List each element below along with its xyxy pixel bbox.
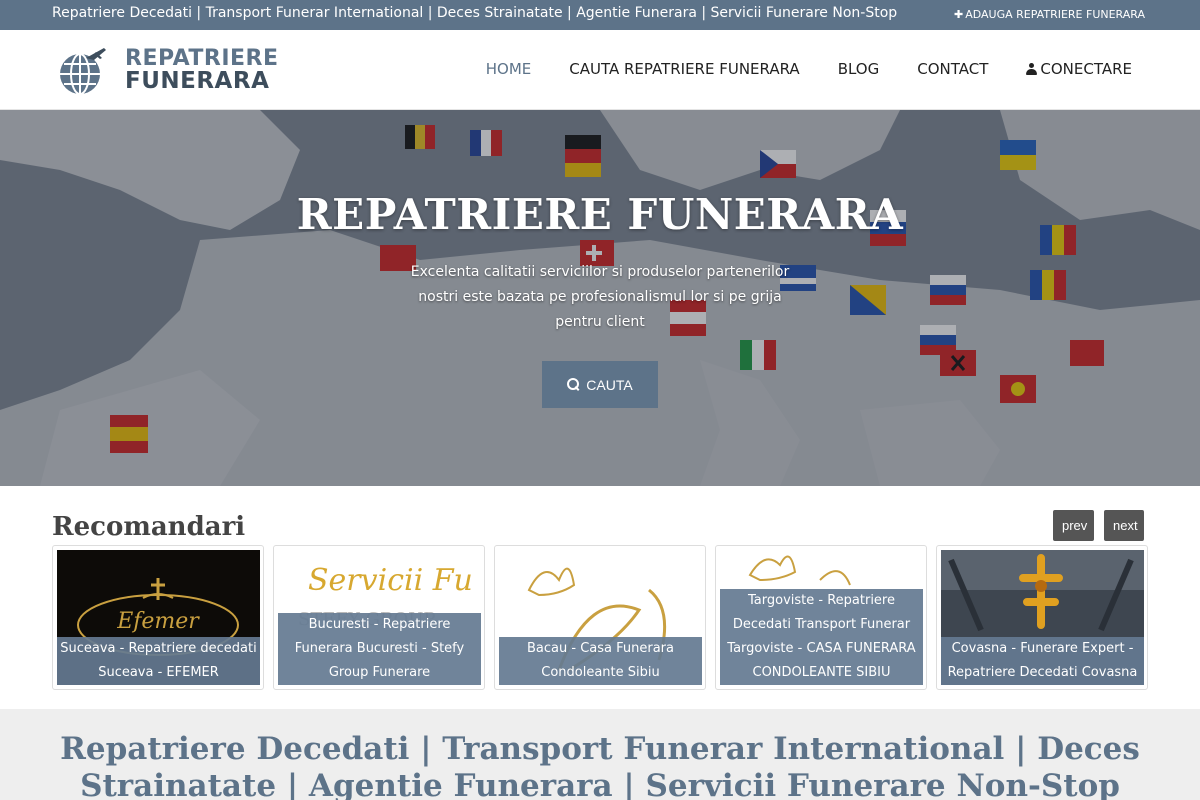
- recommendation-card-covasna[interactable]: Covasna - Funerare Expert - Repatriere D…: [936, 545, 1148, 690]
- hero-search-button[interactable]: CAUTA: [542, 361, 658, 408]
- recommendation-card-bucuresti[interactable]: Servicii Fu STEFY GROUP Bucuresti - Repa…: [273, 545, 485, 690]
- nav-login[interactable]: CONECTARE: [1026, 60, 1132, 78]
- top-tagline: Repatriere Decedati | Transport Funerar …: [52, 5, 898, 21]
- main-nav: HOME CAUTA REPATRIERE FUNERARA BLOG CONT…: [486, 60, 1132, 78]
- nav-contact[interactable]: CONTACT: [917, 60, 988, 78]
- nav-search-repatriation[interactable]: CAUTA REPATRIERE FUNERARA: [569, 60, 799, 78]
- hero-search-label: CAUTA: [586, 376, 633, 393]
- recommendation-card-suceava[interactable]: Efemer Suceava - Repatriere decedati Suc…: [52, 545, 264, 690]
- bottom-banner: Repatriere Decedati | Transport Funerar …: [0, 709, 1200, 800]
- globe-plane-icon: [60, 48, 106, 95]
- logo-line-2: FUNERARA: [125, 68, 270, 94]
- hero-subtitle: Excelenta calitatii serviciilor si produ…: [410, 264, 790, 330]
- user-icon: [1026, 63, 1038, 75]
- add-repatriation-link[interactable]: ✚ ADAUGA REPATRIERE FUNERARA: [954, 8, 1145, 21]
- add-repatriation-label: ADAUGA REPATRIERE FUNERARA: [965, 8, 1145, 21]
- carousel-next-button[interactable]: next: [1104, 510, 1144, 541]
- efemer-logo-text: Efemer: [116, 609, 200, 634]
- hero-section: REPATRIERE FUNERARA Excelenta calitatii …: [0, 110, 1200, 486]
- stefy-logo-text: Servicii Fu: [308, 563, 473, 598]
- top-bar: Repatriere Decedati | Transport Funerar …: [0, 0, 1200, 30]
- banner-title: Repatriere Decedati | Transport Funerar …: [60, 731, 1140, 800]
- hero-title: REPATRIERE FUNERARA: [296, 190, 904, 239]
- card-caption: Bucuresti - Repatriere Funerara Bucurest…: [278, 613, 481, 685]
- site-logo[interactable]: REPATRIERE FUNERARA: [52, 42, 292, 98]
- card-caption: Targoviste - Repatriere Decedati Transpo…: [720, 589, 923, 685]
- card-caption: Suceava - Repatriere decedati Suceava - …: [57, 637, 260, 685]
- recommendations-carousel: Efemer Suceava - Repatriere decedati Suc…: [52, 545, 1152, 690]
- carousel-prev-button[interactable]: prev: [1053, 510, 1094, 541]
- recommendation-card-bacau[interactable]: Bacau - Casa Funerara Condoleante Sibiu: [494, 545, 706, 690]
- recommendations-title: Recomandari: [52, 512, 246, 542]
- plus-icon: ✚: [954, 8, 964, 21]
- nav-home[interactable]: HOME: [486, 60, 532, 78]
- nav-login-label: CONECTARE: [1040, 60, 1132, 78]
- card-caption: Covasna - Funerare Expert - Repatriere D…: [941, 637, 1144, 685]
- search-icon: [567, 378, 580, 391]
- card-caption: Bacau - Casa Funerara Condoleante Sibiu: [499, 637, 702, 685]
- nav-blog[interactable]: BLOG: [838, 60, 880, 78]
- site-header: REPATRIERE FUNERARA HOME CAUTA REPATRIER…: [0, 30, 1200, 110]
- recommendation-card-targoviste[interactable]: Targoviste - Repatriere Decedati Transpo…: [715, 545, 927, 690]
